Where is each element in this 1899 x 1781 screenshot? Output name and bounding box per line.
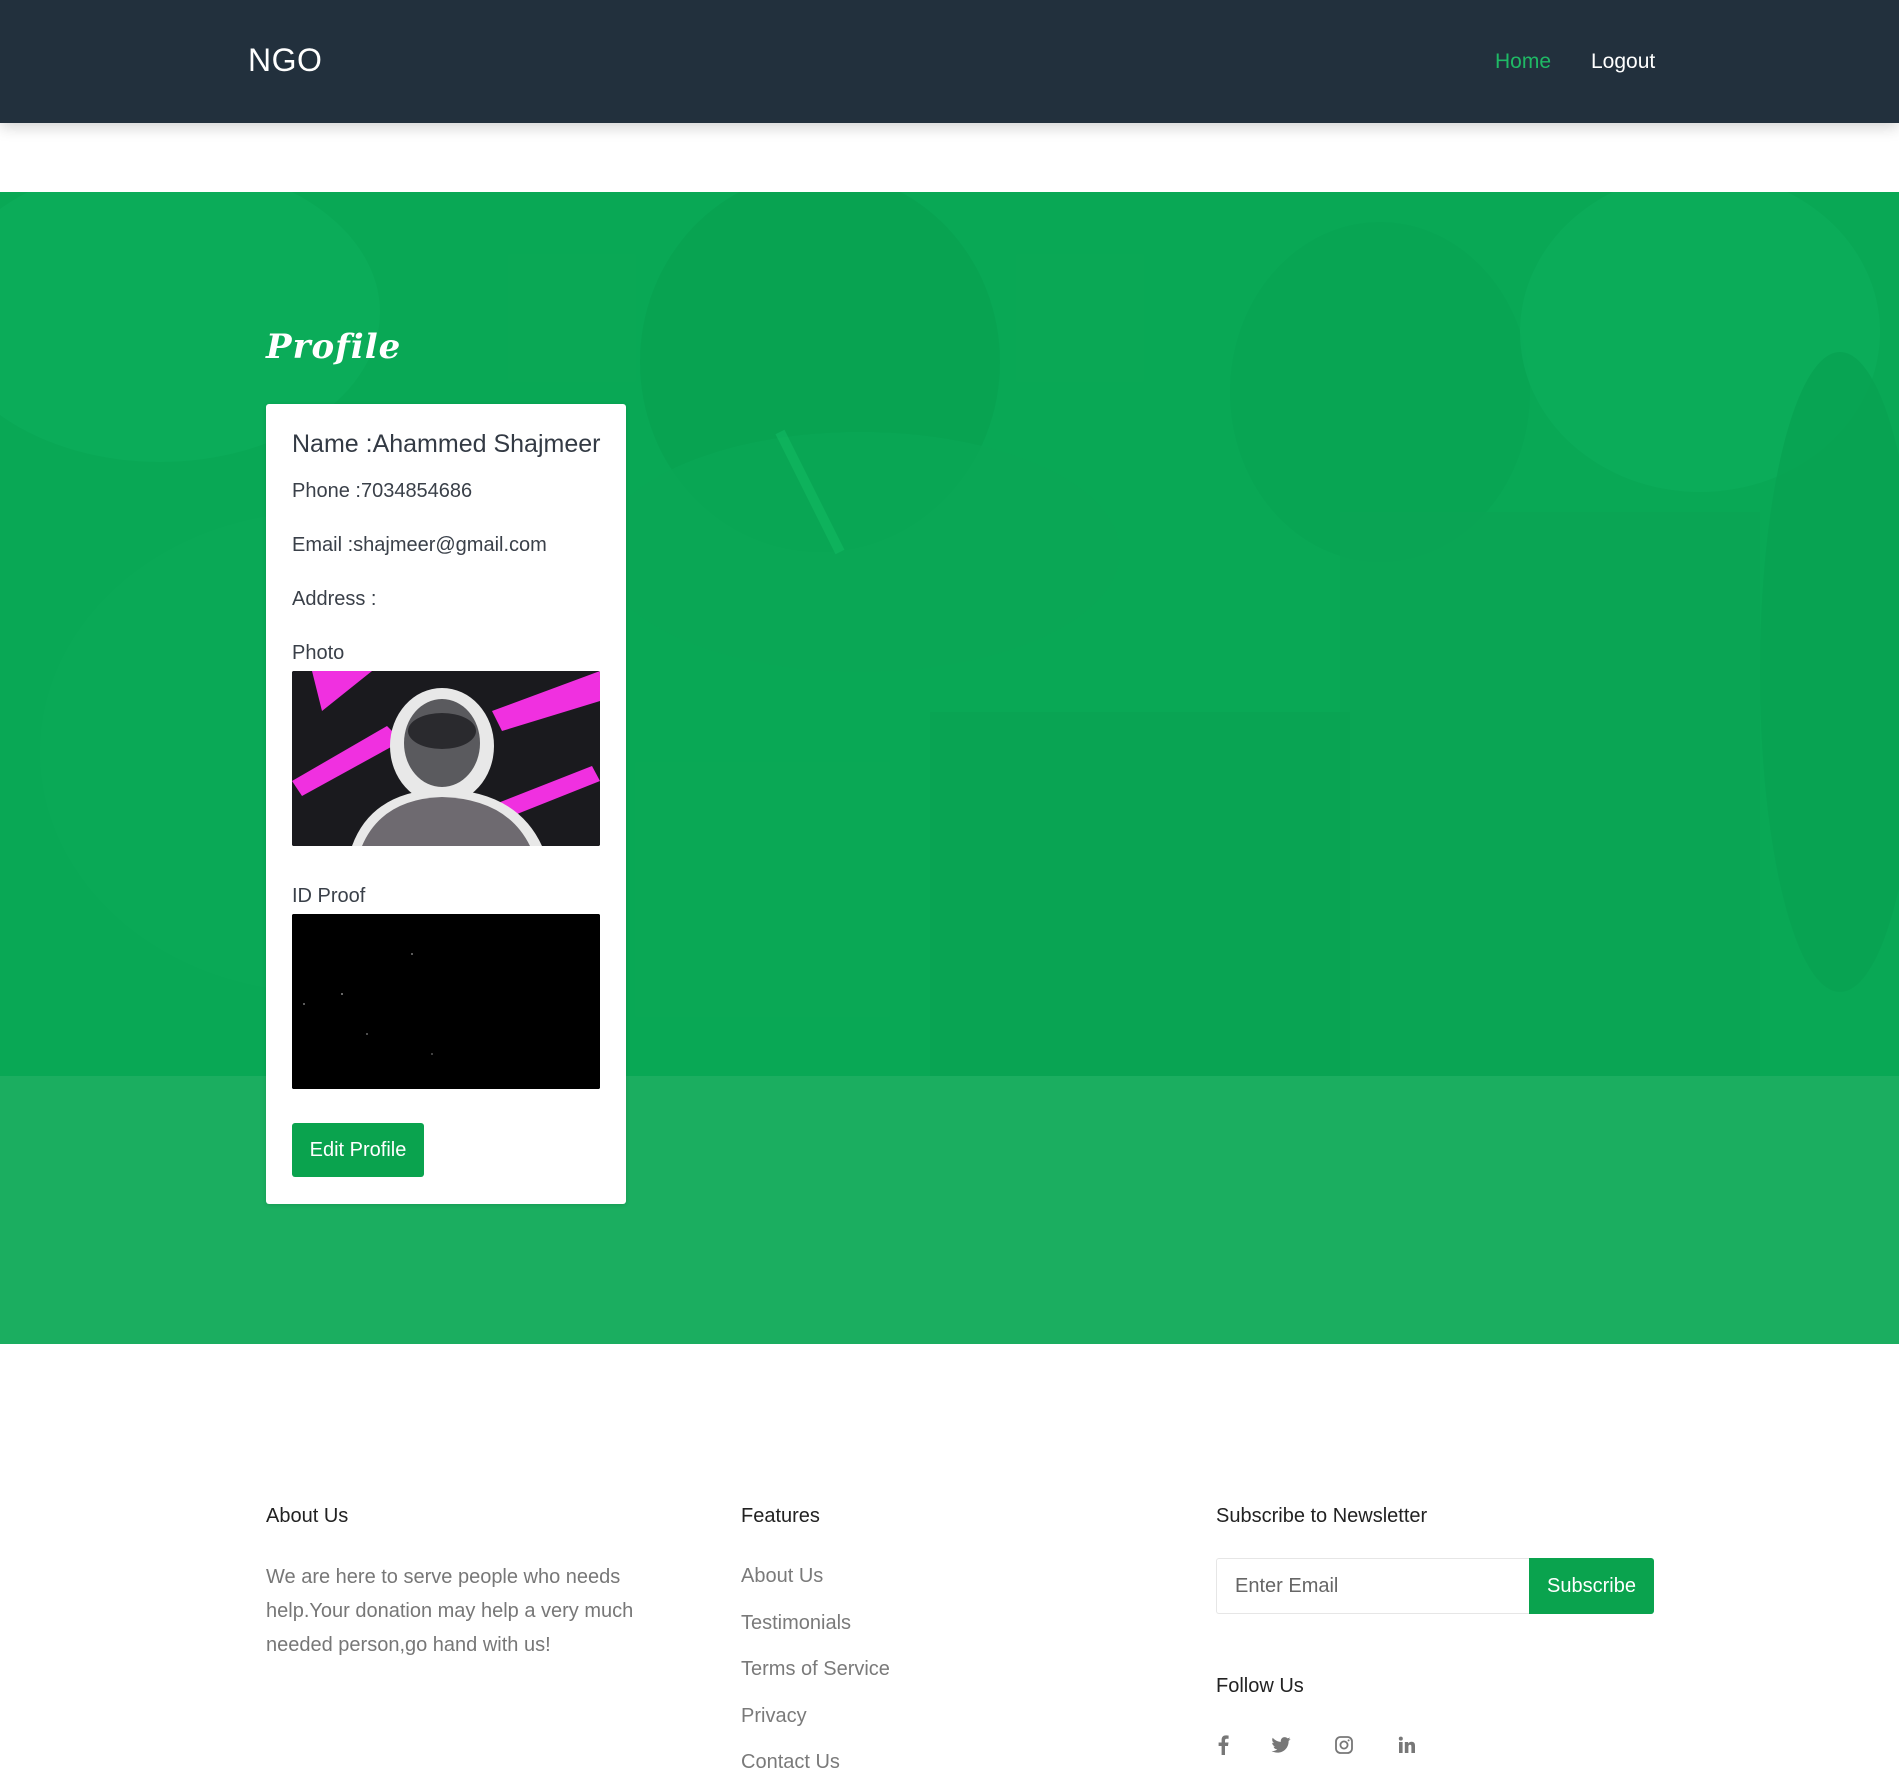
footer-link-contact-us[interactable]: Contact Us [741, 1751, 840, 1774]
profile-email: Email :shajmeer@gmail.com [292, 534, 547, 556]
nav-logout-link[interactable]: Logout [1591, 50, 1655, 74]
profile-card: Name :Ahammed Shajmeer Phone :7034854686… [266, 404, 626, 1204]
nav-home-link[interactable]: Home [1495, 50, 1551, 74]
id-proof-label: ID Proof [292, 885, 366, 907]
footer-newsletter-heading: Subscribe to Newsletter [1216, 1505, 1428, 1527]
profile-photo [292, 671, 600, 846]
top-navbar: NGO Home Logout [0, 0, 1899, 123]
footer-follow-heading: Follow Us [1216, 1675, 1304, 1697]
footer-about-heading: About Us [266, 1505, 349, 1527]
footer-link-terms[interactable]: Terms of Service [741, 1658, 890, 1681]
subscribe-button[interactable]: Subscribe [1529, 1558, 1654, 1614]
profile-address: Address : [292, 588, 377, 610]
footer-link-about-us[interactable]: About Us [741, 1565, 823, 1588]
twitter-icon[interactable] [1266, 1730, 1296, 1760]
page-title: Profile [266, 327, 402, 367]
edit-profile-button[interactable]: Edit Profile [292, 1123, 424, 1177]
newsletter-email-input[interactable] [1216, 1558, 1530, 1614]
footer-link-privacy[interactable]: Privacy [741, 1705, 807, 1728]
footer-features-heading: Features [741, 1505, 820, 1527]
footer-about-text: We are here to serve people who needs he… [266, 1566, 634, 1656]
facebook-icon[interactable] [1208, 1730, 1238, 1760]
id-proof-picture [292, 914, 600, 1089]
linkedin-icon[interactable] [1392, 1730, 1422, 1760]
footer-link-testimonials[interactable]: Testimonials [741, 1612, 851, 1635]
photo-label: Photo [292, 642, 345, 664]
id-proof-image [292, 914, 600, 1089]
profile-name: Name :Ahammed Shajmeer [292, 430, 601, 458]
instagram-icon[interactable] [1329, 1730, 1359, 1760]
brand-logo[interactable]: NGO [248, 42, 322, 79]
profile-phone: Phone :7034854686 [292, 480, 473, 502]
profile-photo-image [292, 671, 600, 846]
